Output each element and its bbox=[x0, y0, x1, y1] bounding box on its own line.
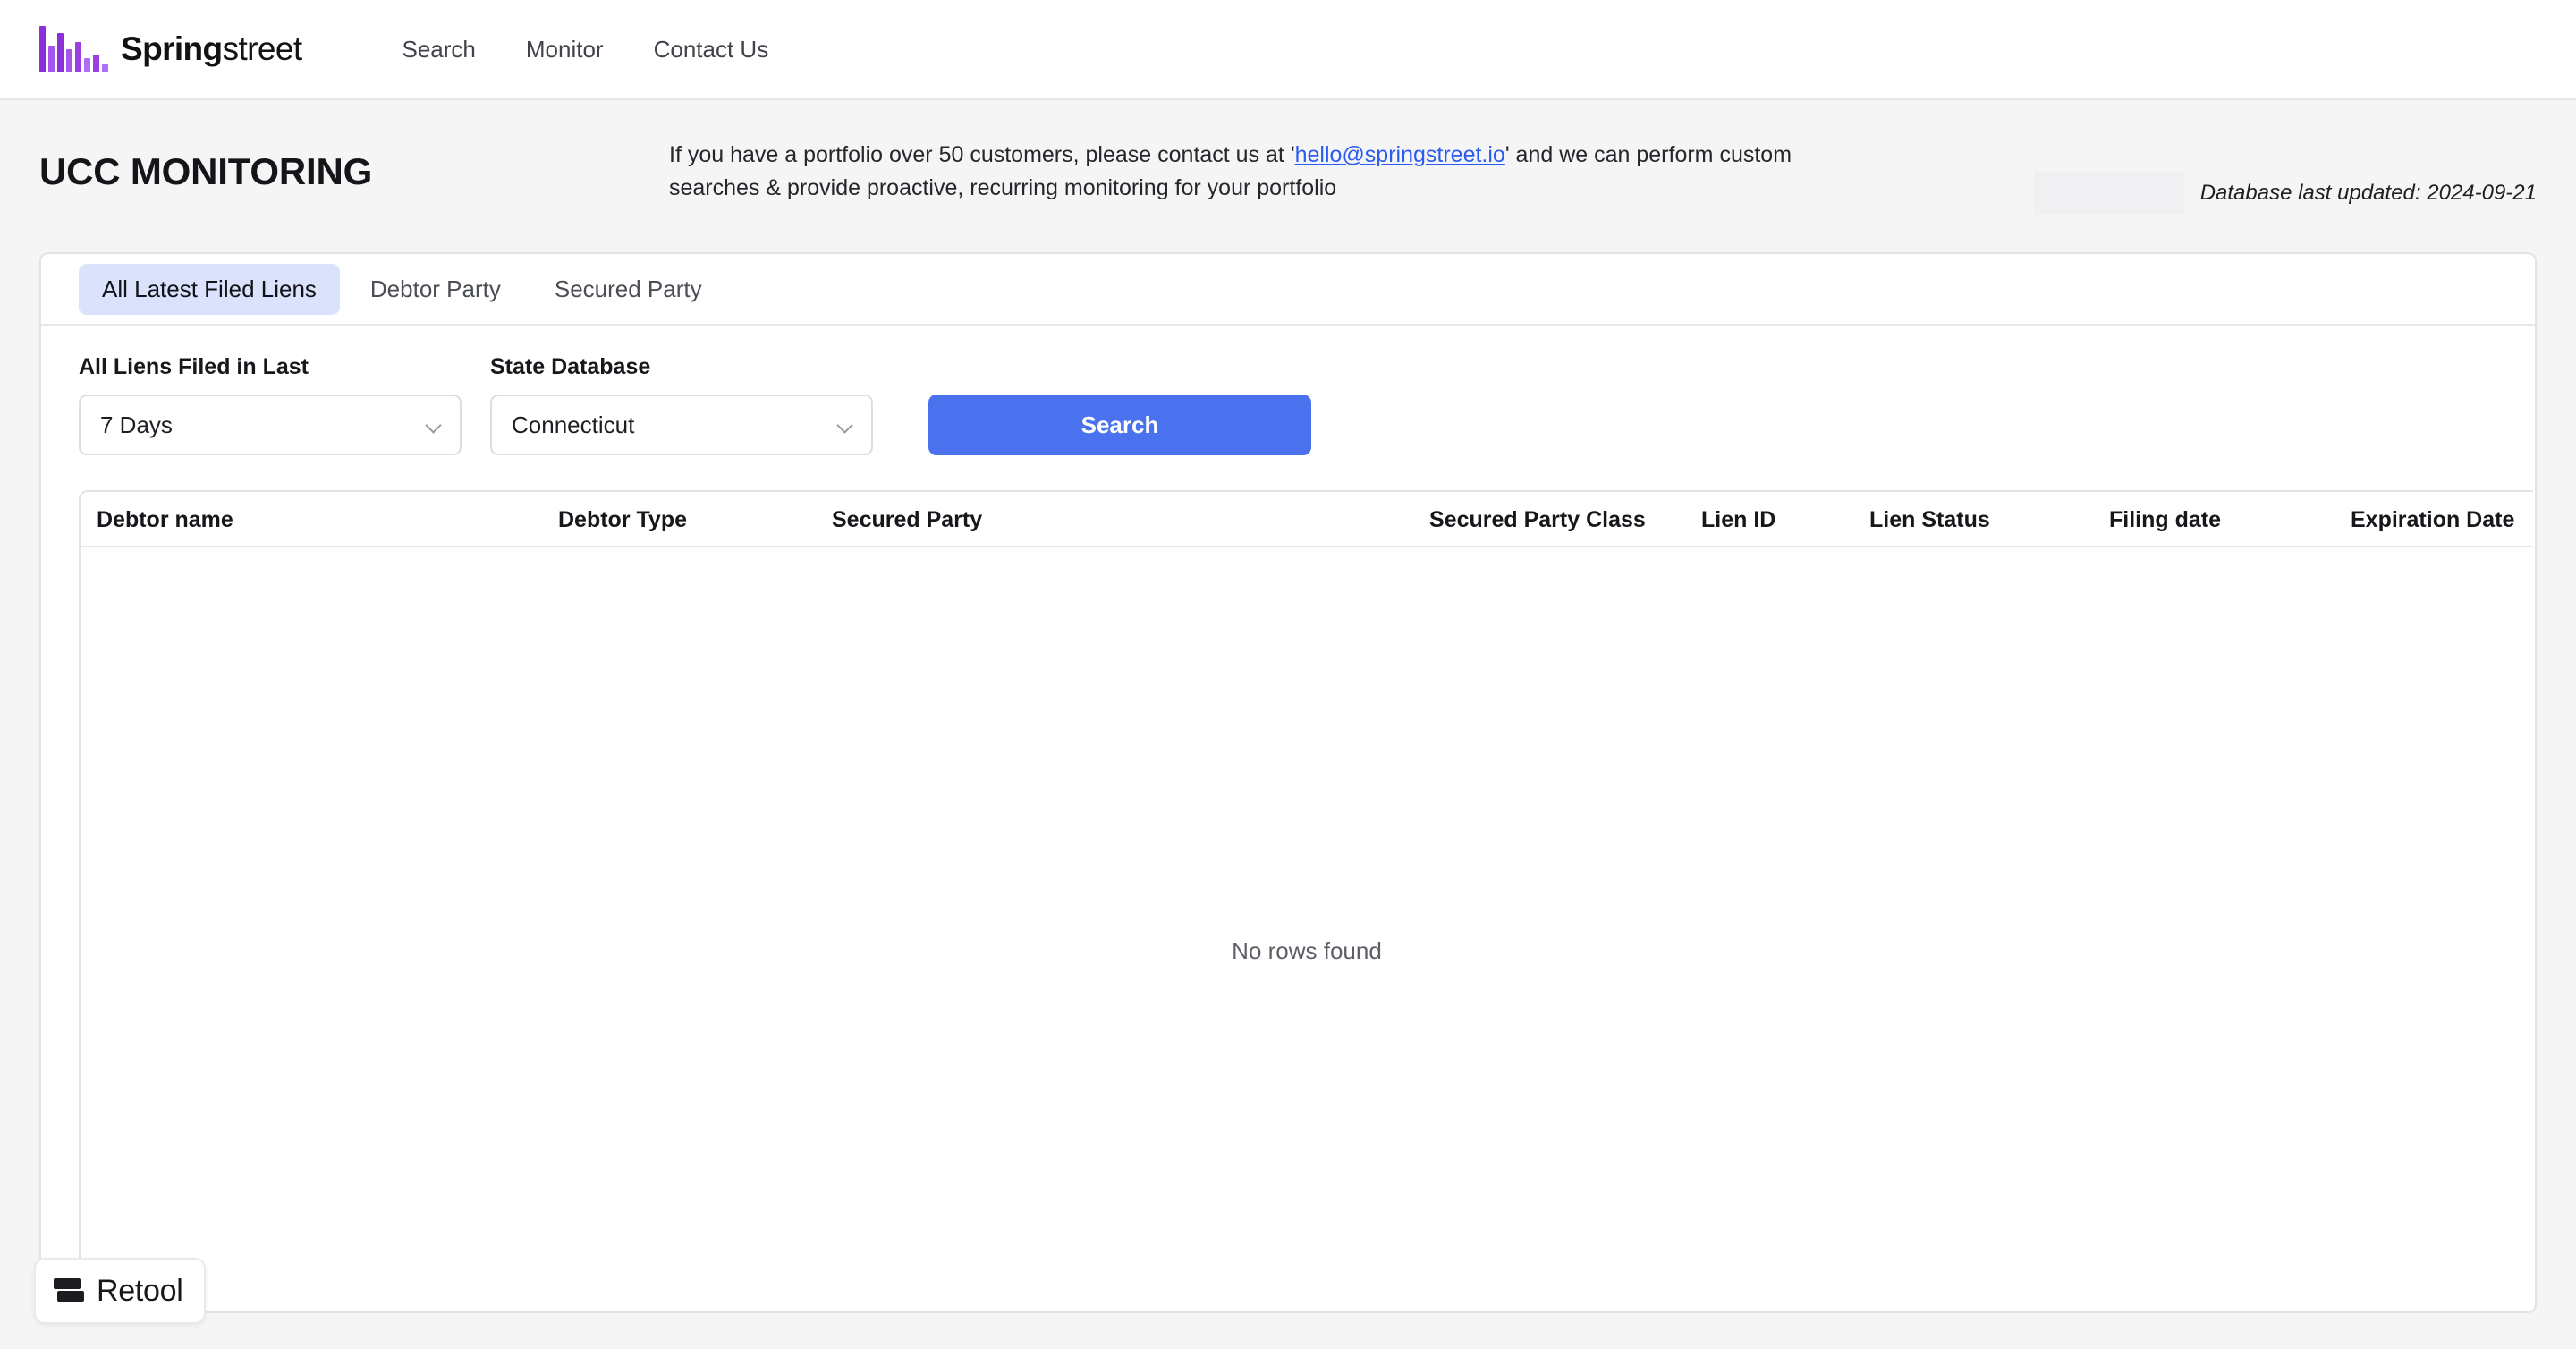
column-header-lien-id[interactable]: Lien ID bbox=[1701, 492, 1775, 547]
tab-secured-party[interactable]: Secured Party bbox=[531, 264, 725, 315]
select-liens-period[interactable]: 7 Days bbox=[79, 395, 462, 455]
column-header-secured-party[interactable]: Secured Party bbox=[832, 492, 982, 547]
contact-email-link[interactable]: hello@springstreet.io bbox=[1295, 142, 1505, 167]
retool-badge-label: Retool bbox=[97, 1273, 183, 1308]
notice-text-before: If you have a portfolio over 50 customer… bbox=[669, 142, 1295, 167]
field-state-database: State Database Connecticut bbox=[490, 354, 873, 455]
column-header-debtor-name[interactable]: Debtor name bbox=[97, 492, 233, 547]
select-state-database[interactable]: Connecticut bbox=[490, 395, 873, 455]
nav-item-search[interactable]: Search bbox=[402, 36, 476, 64]
results-table: Debtor name Debtor Type Secured Party Se… bbox=[79, 490, 2533, 1311]
filter-row: All Liens Filed in Last 7 Days State Dat… bbox=[41, 326, 2535, 455]
database-updated-container: Database last updated: 2024-09-21 bbox=[2033, 172, 2537, 215]
column-header-debtor-type[interactable]: Debtor Type bbox=[558, 492, 687, 547]
column-header-secured-party-class[interactable]: Secured Party Class bbox=[1429, 492, 1646, 547]
updated-placeholder-block bbox=[2033, 172, 2184, 215]
label-state-database: State Database bbox=[490, 354, 651, 379]
springstreet-bars-logo-icon bbox=[39, 26, 108, 72]
chevron-down-icon bbox=[837, 417, 853, 433]
nav-item-contact-us[interactable]: Contact Us bbox=[654, 36, 769, 64]
top-navigation-bar: Springstreet Search Monitor Contact Us bbox=[0, 0, 2576, 100]
select-state-database-value: Connecticut bbox=[512, 411, 635, 438]
chevron-down-icon bbox=[426, 417, 442, 433]
tab-all-latest-filed-liens[interactable]: All Latest Filed Liens bbox=[79, 263, 340, 315]
search-button[interactable]: Search bbox=[928, 395, 1311, 455]
main-content-card: All Latest Filed Liens Debtor Party Secu… bbox=[39, 252, 2537, 1313]
retool-logo-icon bbox=[54, 1276, 84, 1306]
nav-item-monitor[interactable]: Monitor bbox=[526, 36, 604, 64]
brand-name-bold: Spring bbox=[121, 30, 223, 67]
page-title: UCC MONITORING bbox=[39, 150, 373, 192]
database-last-updated-text: Database last updated: 2024-09-21 bbox=[2199, 181, 2537, 205]
column-header-filing-date[interactable]: Filing date bbox=[2109, 492, 2221, 547]
table-body: No rows found bbox=[80, 547, 2533, 1311]
tab-debtor-party[interactable]: Debtor Party bbox=[347, 264, 524, 315]
portfolio-notice-text: If you have a portfolio over 50 customer… bbox=[669, 139, 1850, 205]
label-all-liens-filed-in-last: All Liens Filed in Last bbox=[79, 354, 309, 379]
brand-name-light: street bbox=[222, 30, 303, 67]
column-header-expiration-date[interactable]: Expiration Date bbox=[2351, 492, 2514, 547]
select-liens-period-value: 7 Days bbox=[100, 411, 173, 438]
table-header-row: Debtor name Debtor Type Secured Party Se… bbox=[80, 492, 2533, 547]
brand-logo-link[interactable]: Springstreet bbox=[39, 26, 302, 72]
brand-wordmark: Springstreet bbox=[121, 30, 302, 68]
field-liens-period: All Liens Filed in Last 7 Days bbox=[79, 354, 462, 455]
primary-nav-links: Search Monitor Contact Us bbox=[402, 36, 769, 64]
no-rows-found-message: No rows found bbox=[1232, 938, 1382, 964]
tab-bar: All Latest Filed Liens Debtor Party Secu… bbox=[41, 254, 2535, 326]
column-header-lien-status[interactable]: Lien Status bbox=[1869, 492, 1990, 547]
retool-badge[interactable]: Retool bbox=[34, 1258, 207, 1324]
